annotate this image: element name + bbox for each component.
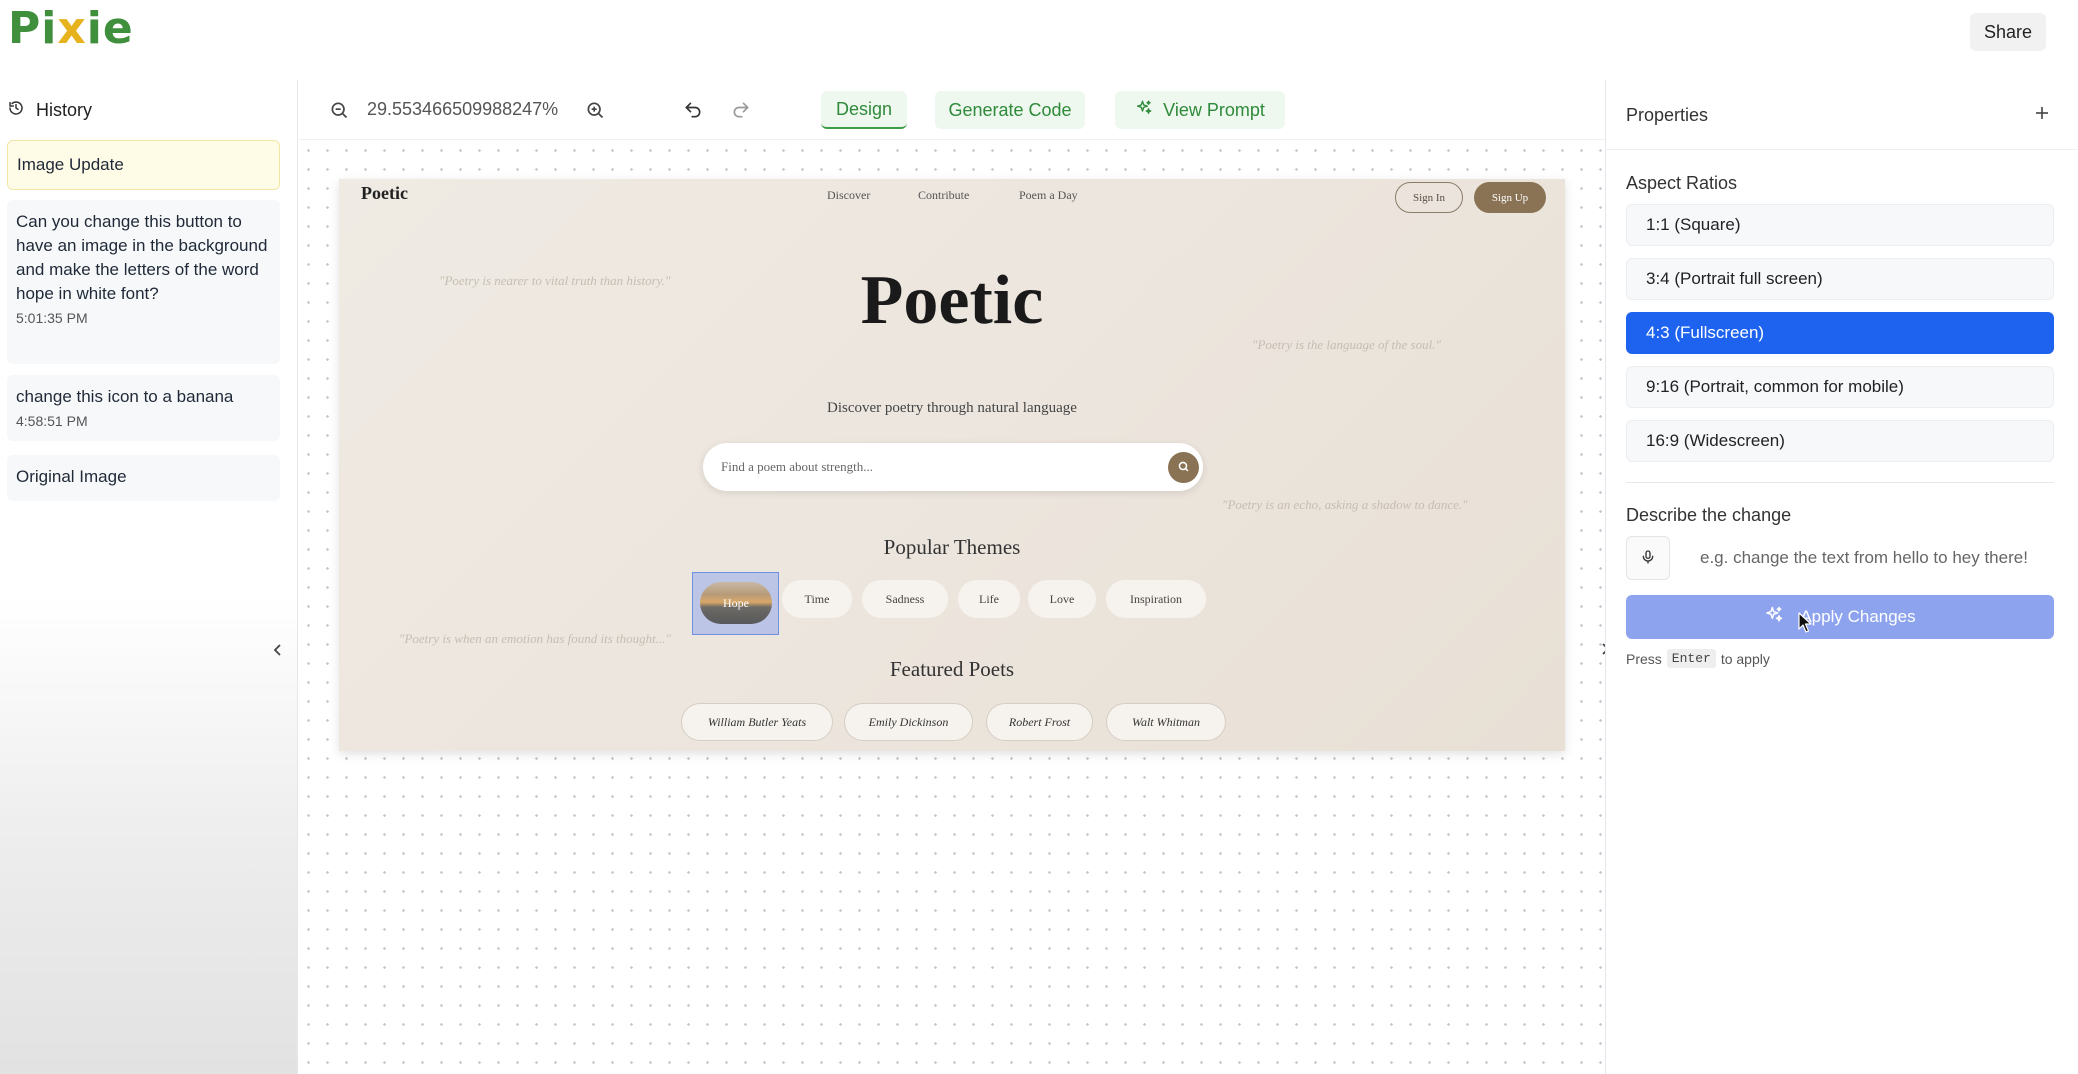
history-item-original-image[interactable]: Original Image xyxy=(7,455,280,501)
collapse-sidebar-chevron-left-icon[interactable] xyxy=(272,640,284,663)
ratio-option-portrait-mobile[interactable]: 9:16 (Portrait, common for mobile) xyxy=(1626,366,2054,408)
describe-change-input[interactable] xyxy=(1682,539,2060,577)
ratio-option-portrait-full[interactable]: 3:4 (Portrait full screen) xyxy=(1626,258,2054,300)
properties-panel: Properties Aspect Ratios 1:1 (Square) 3:… xyxy=(1605,80,2078,1074)
preview-theme-hope[interactable]: Hope xyxy=(700,582,772,624)
history-item-text: Original Image xyxy=(16,467,127,486)
ratio-option-fullscreen[interactable]: 4:3 (Fullscreen) xyxy=(1626,312,2054,354)
preview-logo[interactable]: Poetic xyxy=(361,183,408,204)
selected-element-outline[interactable]: Hope xyxy=(692,572,779,635)
enter-key-badge: Enter xyxy=(1666,649,1716,668)
history-item-text: change this icon to a banana xyxy=(16,387,234,406)
preview-poet-dickinson[interactable]: Emily Dickinson xyxy=(844,703,973,741)
tab-design[interactable]: Design xyxy=(821,91,907,129)
preview-theme-time[interactable]: Time xyxy=(782,580,852,618)
apply-changes-button[interactable]: Apply Changes xyxy=(1626,595,2054,639)
preview-nav-contribute[interactable]: Contribute xyxy=(918,188,969,203)
hint-press-text: Press xyxy=(1626,650,1662,667)
zoom-level: 29.553466509988247% xyxy=(367,99,559,119)
preview-poet-yeats[interactable]: William Butler Yeats xyxy=(681,703,833,741)
hint-after-text: to apply xyxy=(1720,650,1770,667)
tab-view-prompt-label: View Prompt xyxy=(1163,99,1265,120)
mouse-cursor-icon xyxy=(1798,612,1812,639)
properties-title: Properties xyxy=(1626,105,1709,125)
preview-quote: "Poetry is when an emotion has found its… xyxy=(399,631,671,646)
preview-page[interactable]: Poetic Discover Contribute Poem a Day Si… xyxy=(339,179,1565,751)
preview-theme-love[interactable]: Love xyxy=(1028,580,1096,618)
history-header: History xyxy=(8,100,92,121)
preview-hero-title: Poetic xyxy=(860,262,1044,339)
tab-view-prompt[interactable]: View Prompt xyxy=(1115,91,1285,129)
logo-text-start: Pi xyxy=(8,2,58,54)
preview-search-bar xyxy=(703,443,1203,491)
redo-icon[interactable] xyxy=(731,100,751,125)
add-icon[interactable] xyxy=(2034,100,2050,128)
undo-icon[interactable] xyxy=(683,100,703,125)
preview-hero-subtitle: Discover poetry through natural language xyxy=(827,400,1077,416)
sparkle-icon xyxy=(1764,605,1784,630)
preview-poet-frost[interactable]: Robert Frost xyxy=(986,703,1093,741)
zoom-out-icon[interactable] xyxy=(329,100,349,125)
tab-generate-code[interactable]: Generate Code xyxy=(935,91,1085,129)
history-title: History xyxy=(36,100,93,120)
history-sidebar: History Image Update Can you change this… xyxy=(0,80,298,1074)
preview-search-button[interactable] xyxy=(1168,452,1199,483)
preview-featured-poets-heading: Featured Poets xyxy=(889,657,1015,681)
history-item-banana-icon[interactable]: change this icon to a banana 4:58:51 PM xyxy=(7,375,280,441)
preview-nav-discover[interactable]: Discover xyxy=(827,188,870,203)
logo-text-end: ie xyxy=(86,2,134,54)
pixie-logo[interactable]: Pi x ie xyxy=(8,2,134,54)
preview-popular-themes-heading: Popular Themes xyxy=(883,535,1021,559)
aspect-ratios-label: Aspect Ratios xyxy=(1626,173,1738,193)
sparkle-icon xyxy=(1135,99,1153,122)
history-item-time: 5:01:35 PM xyxy=(16,310,88,326)
share-button[interactable]: Share xyxy=(1970,13,2046,51)
preview-search-input[interactable] xyxy=(721,455,1141,479)
preview-poet-whitman[interactable]: Walt Whitman xyxy=(1106,703,1226,741)
panel-divider xyxy=(1626,482,2054,483)
search-icon xyxy=(1177,460,1190,476)
apply-changes-label: Apply Changes xyxy=(1800,607,1916,626)
preview-theme-sadness[interactable]: Sadness xyxy=(862,580,948,618)
preview-quote: "Poetry is an echo, asking a shadow to d… xyxy=(1222,497,1468,512)
microphone-button[interactable] xyxy=(1626,536,1670,580)
preview-theme-life[interactable]: Life xyxy=(958,580,1020,618)
enter-hint: Press Enter to apply xyxy=(1626,649,1770,668)
properties-header: Properties xyxy=(1606,80,2078,150)
describe-change-label: Describe the change xyxy=(1626,505,1792,525)
canvas-toolbar: 29.553466509988247% Design Generate Code… xyxy=(299,80,1605,140)
history-icon xyxy=(8,100,24,121)
top-bar: Pi x ie Share xyxy=(0,0,2078,80)
logo-text-banana-x: x xyxy=(57,2,87,54)
ratio-option-square[interactable]: 1:1 (Square) xyxy=(1626,204,2054,246)
history-item-text: Image Update xyxy=(17,155,124,174)
preview-sign-in-button[interactable]: Sign In xyxy=(1395,182,1463,213)
history-item-button-image[interactable]: Can you change this button to have an im… xyxy=(7,200,280,364)
ratio-option-widescreen[interactable]: 16:9 (Widescreen) xyxy=(1626,420,2054,462)
history-item-image-update[interactable]: Image Update xyxy=(7,140,280,190)
zoom-in-icon[interactable] xyxy=(585,100,605,125)
preview-sign-up-button[interactable]: Sign Up xyxy=(1474,182,1546,213)
preview-nav-poem-a-day[interactable]: Poem a Day xyxy=(1019,188,1078,203)
microphone-icon xyxy=(1640,548,1656,569)
history-item-time: 4:58:51 PM xyxy=(16,413,88,429)
preview-theme-inspiration[interactable]: Inspiration xyxy=(1106,580,1206,618)
history-item-text: Can you change this button to have an im… xyxy=(16,212,268,303)
